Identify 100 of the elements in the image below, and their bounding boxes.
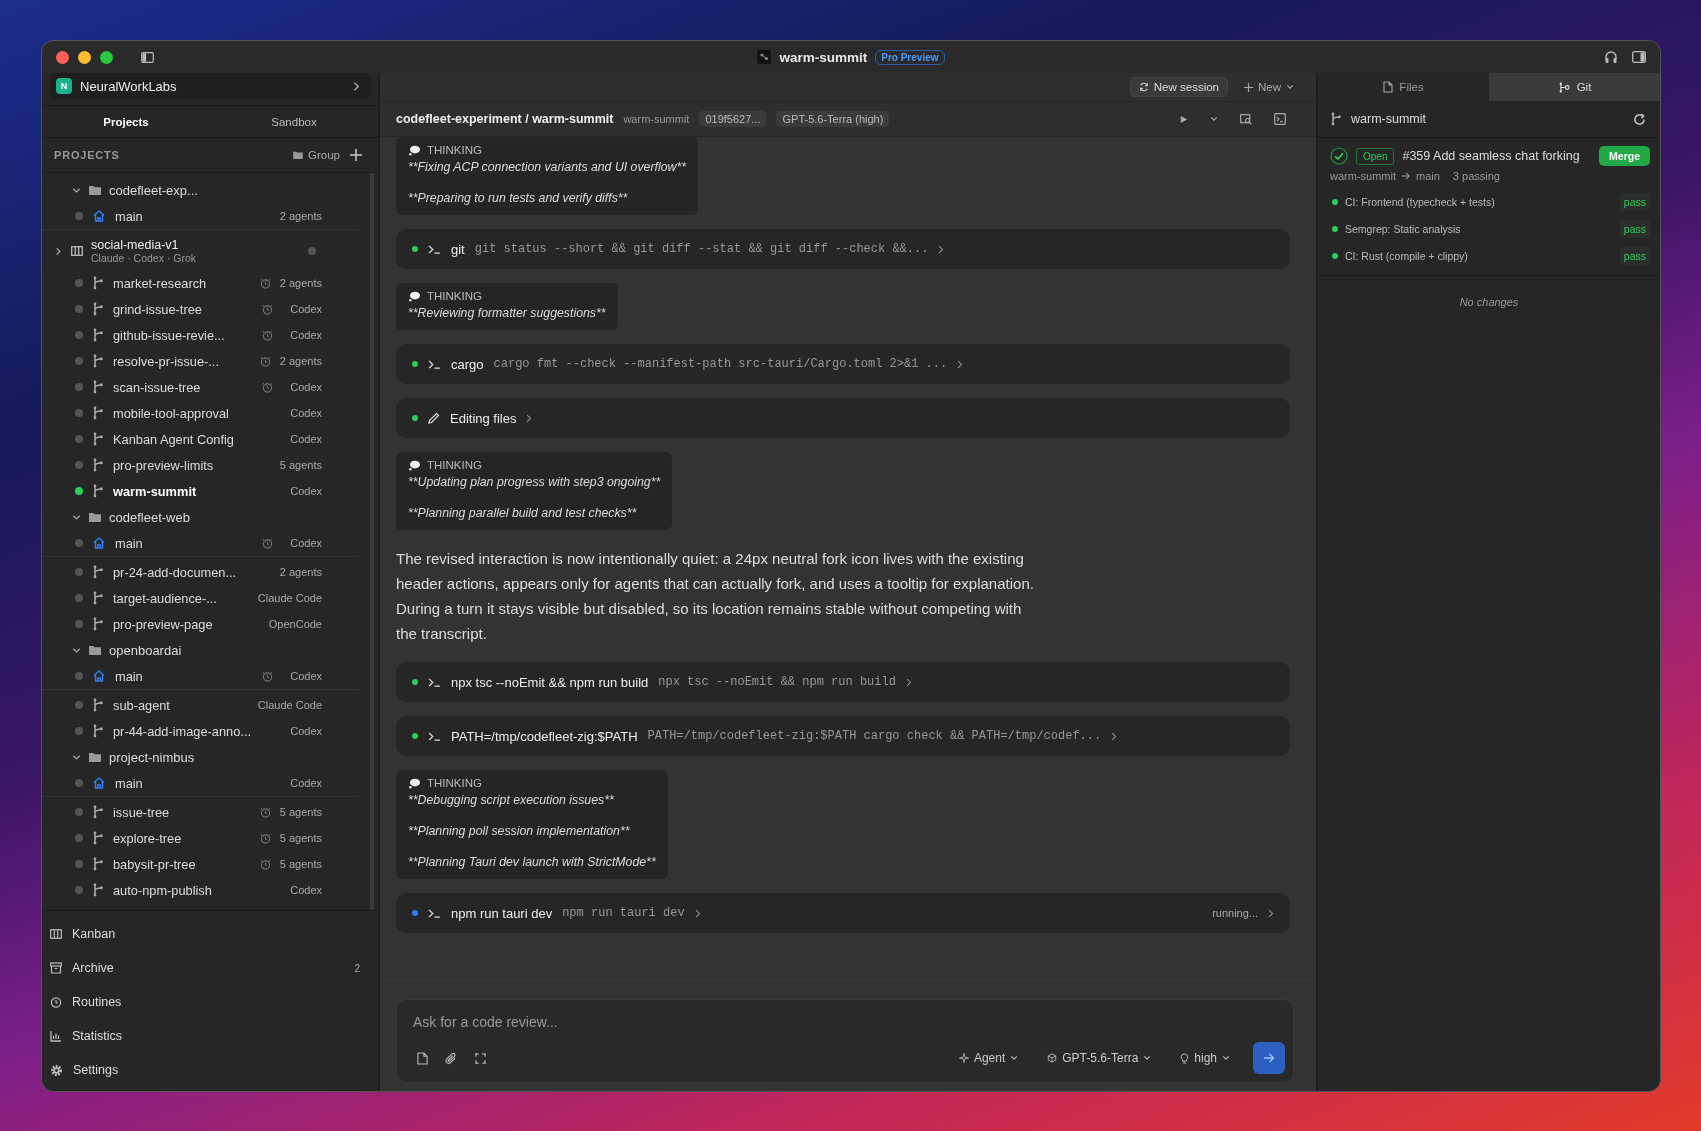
mode-dropdown[interactable]: Agent xyxy=(952,1050,1025,1066)
refresh-icon[interactable] xyxy=(1633,112,1646,126)
lightbulb-icon xyxy=(1180,1052,1190,1064)
worktree-item[interactable]: grind-issue-tree Codex xyxy=(42,296,370,322)
worktree-item[interactable]: target-audience-... Claude Code xyxy=(42,585,370,611)
project-folder[interactable]: codefleet-web xyxy=(42,504,370,530)
worktree-item[interactable]: pr-44-add-image-anno... Codex xyxy=(42,718,370,744)
message-field[interactable]: Ask for a code review... Agent GPT-5.6-Terra high xyxy=(396,999,1294,1083)
chevron-down-icon[interactable] xyxy=(1210,115,1218,123)
tool-name: git xyxy=(451,241,465,257)
worktree-item[interactable]: resolve-pr-issue-... 2 agents xyxy=(42,348,370,374)
folder-icon xyxy=(89,185,101,195)
tool-call-row[interactable]: cargo cargo fmt --check --manifest-path src-tauri/Cargo.toml 2>&1 ... xyxy=(396,344,1290,384)
thought-bubble-icon xyxy=(408,459,421,471)
arrow-right-icon xyxy=(1401,172,1411,180)
sidebar-tab[interactable]: Projects xyxy=(42,106,210,137)
workspace-switcher[interactable]: N NeuralWorkLabs xyxy=(50,73,370,99)
worktree-item[interactable]: auto-npm-publish Codex xyxy=(42,877,370,903)
agent-label: OpenCode xyxy=(268,618,322,630)
model-dropdown[interactable]: GPT-5.6-Terra xyxy=(1041,1050,1158,1066)
sidebar-tab[interactable]: Sandbox xyxy=(210,106,378,137)
worktree-item[interactable]: mobile-tool-approval Codex xyxy=(42,400,370,426)
branch-icon xyxy=(92,484,104,498)
nav-item[interactable]: Statistics xyxy=(42,1019,378,1053)
worktree-item[interactable]: pro-preview-limits 5 agents xyxy=(42,452,370,478)
paperclip-icon[interactable] xyxy=(445,1051,458,1065)
play-icon[interactable] xyxy=(1179,114,1188,124)
nav-item[interactable]: Settings xyxy=(42,1053,378,1087)
tool-call-row[interactable]: npm run tauri dev npm run tauri dev running... xyxy=(396,893,1290,933)
effort-dropdown[interactable]: high xyxy=(1174,1050,1236,1066)
pr-title[interactable]: #359 Add seamless chat forking xyxy=(1402,149,1580,163)
tool-call-row[interactable]: Editing files xyxy=(396,398,1290,438)
home-icon xyxy=(92,669,106,683)
tool-call-row[interactable]: PATH=/tmp/codefleet-zig:$PATH PATH=/tmp/codefleet-zig:$PATH cargo check && PATH=/tmp/codef... xyxy=(396,716,1290,756)
preview-icon[interactable] xyxy=(1240,113,1252,125)
panel-toggle-icon[interactable] xyxy=(1632,51,1646,63)
project-folder[interactable]: codefleet-exp... xyxy=(42,177,370,203)
worktree-item[interactable]: explore-tree 5 agents xyxy=(42,825,370,851)
folder-icon xyxy=(89,645,101,655)
worktree-item[interactable]: main 2 agents xyxy=(42,203,358,230)
chevron-right-icon xyxy=(1111,731,1118,741)
branch-icon xyxy=(92,565,104,579)
panel-tab[interactable]: Git xyxy=(1489,73,1660,101)
agent-label: Codex xyxy=(289,303,322,315)
worktree-item[interactable]: market-research 2 agents xyxy=(42,270,370,296)
agent-label: Codex xyxy=(289,329,322,341)
project-row[interactable]: social-media-v1 Claude · Codex · Grok xyxy=(42,232,370,270)
check-name: CI: Rust (compile + clippy) xyxy=(1345,249,1468,262)
project-folder[interactable]: project-nimbus xyxy=(42,744,370,770)
send-button[interactable] xyxy=(1253,1042,1285,1074)
terminal-prompt-icon xyxy=(428,731,441,741)
worktree-item[interactable]: scan-issue-tree Codex xyxy=(42,374,370,400)
headphones-icon[interactable] xyxy=(1604,50,1618,64)
worktree-item[interactable]: babysit-pr-tree 5 agents xyxy=(42,851,370,877)
command-text: npx tsc --noEmit && npm run build xyxy=(658,675,896,689)
group-button[interactable]: Group xyxy=(293,149,340,161)
worktree-item[interactable]: pro-preview-page OpenCode xyxy=(42,611,370,637)
worktree-item[interactable]: main Codex xyxy=(42,530,358,557)
nav-item[interactable]: Archive 2 xyxy=(42,951,378,985)
worktree-item[interactable]: main Codex xyxy=(42,663,358,690)
expand-icon[interactable] xyxy=(475,1052,486,1064)
nav-label: Routines xyxy=(72,995,123,1009)
board-icon xyxy=(71,245,83,257)
file-icon[interactable] xyxy=(417,1051,428,1065)
worktree-item[interactable]: sub-agent Claude Code xyxy=(42,692,370,718)
worktree-item[interactable]: warm-summit Codex xyxy=(42,478,370,504)
nav-item[interactable]: Routines xyxy=(42,985,378,1019)
chevron-right-icon xyxy=(526,413,533,423)
worktree-item[interactable]: github-issue-revie... Codex xyxy=(42,322,370,348)
minimize-button[interactable] xyxy=(78,50,91,64)
branch-label: warm-summit xyxy=(623,113,690,125)
nav-label: Settings xyxy=(73,1063,120,1077)
branch-icon xyxy=(92,857,104,871)
agent-label: 2 agents xyxy=(279,355,322,367)
agent-label: Codex xyxy=(289,670,322,682)
agent-label: 2 agents xyxy=(279,210,322,222)
tool-call-row[interactable]: git git status --short && git diff --stat && git diff --check &&... xyxy=(396,229,1290,269)
project-folder[interactable]: openboardai xyxy=(42,637,370,663)
agent-label: Codex xyxy=(289,537,322,549)
tool-name: PATH=/tmp/codefleet-zig:$PATH xyxy=(451,728,638,744)
worktree-item[interactable]: Kanban Agent Config Codex xyxy=(42,426,370,452)
bar-chart-icon xyxy=(50,1030,62,1042)
agent-label: 2 agents xyxy=(279,277,322,289)
add-icon[interactable] xyxy=(350,149,362,161)
new-session-button[interactable]: New session xyxy=(1129,77,1228,97)
thinking-text: **Debugging script execution issues** xyxy=(408,793,615,807)
new-button[interactable]: New xyxy=(1238,80,1300,94)
terminal-prompt-icon xyxy=(428,908,441,918)
sidebar-toggle-icon[interactable] xyxy=(141,51,154,63)
worktree-item[interactable]: pr-24-add-documen... 2 agents xyxy=(42,559,370,585)
tool-call-row[interactable]: npx tsc --noEmit && npm run build npx tsc --noEmit && npm run build xyxy=(396,662,1290,702)
agent-label: Codex xyxy=(289,884,322,896)
terminal-icon[interactable] xyxy=(1274,113,1286,125)
zoom-button[interactable] xyxy=(100,50,113,64)
nav-item[interactable]: Kanban xyxy=(42,917,378,951)
close-button[interactable] xyxy=(56,50,69,64)
branch-icon xyxy=(92,831,104,845)
worktree-item[interactable]: main Codex xyxy=(42,770,358,797)
worktree-item[interactable]: issue-tree 5 agents xyxy=(42,799,370,825)
folder-icon xyxy=(89,752,101,762)
